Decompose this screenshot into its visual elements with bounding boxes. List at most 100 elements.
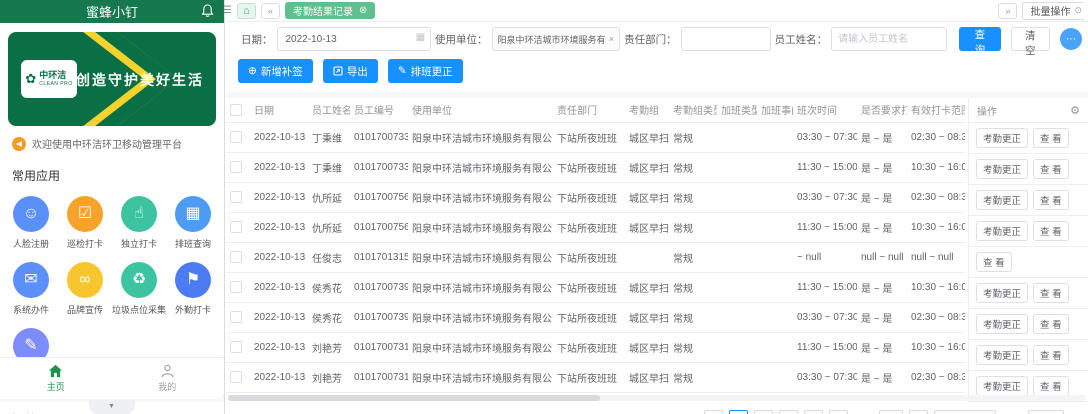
row-checkbox[interactable]: [230, 251, 242, 263]
cell-unit: 阳泉中环洁城市环境服务有限公司: [408, 332, 553, 362]
row-checkbox[interactable]: [230, 161, 242, 173]
next-page-button[interactable]: ›: [909, 410, 928, 414]
page-size-select[interactable]: 10 条/页 ∨: [934, 410, 996, 414]
cell-overtime-reason: [757, 332, 793, 362]
page-number[interactable]: 149: [879, 410, 904, 414]
batch-operations-button[interactable]: 批量操作 ⊙: [1022, 2, 1084, 20]
cell-date: 2022-10-13: [250, 272, 308, 302]
attendance-correct-button[interactable]: 考勤更正: [976, 159, 1028, 179]
cell-punch-range: 02:30 ~ 08:30: [907, 362, 965, 392]
row-checkbox-cell: [226, 152, 250, 182]
select-all-checkbox[interactable]: [230, 104, 242, 116]
app-shortcut[interactable]: ☝ 独立打卡: [112, 196, 166, 250]
view-button[interactable]: 查 看: [1033, 376, 1069, 396]
calendar-icon[interactable]: ▦: [416, 32, 425, 43]
employee-name-input[interactable]: [831, 27, 947, 51]
attendance-correct-button[interactable]: 考勤更正: [976, 221, 1028, 241]
prev-page-button[interactable]: ‹: [704, 410, 723, 414]
row-checkbox[interactable]: [230, 371, 242, 383]
home-icon: [48, 364, 63, 378]
cell-employee-name: 仇所延: [308, 182, 350, 212]
view-button[interactable]: 查 看: [1033, 345, 1069, 365]
cell-require-punch: 是 ~ 是: [857, 212, 907, 242]
cell-unit: 阳泉中环洁城市环境服务有限公司: [408, 302, 553, 332]
app-shortcut[interactable]: ▦ 排班查询: [166, 196, 220, 250]
cell-employee-no: 0101700731: [350, 332, 408, 362]
row-checkbox[interactable]: [230, 191, 242, 203]
page-number[interactable]: 4: [804, 410, 823, 414]
page-number[interactable]: 5: [829, 410, 848, 414]
collapse-pull-tab[interactable]: ▼: [89, 400, 135, 414]
attendance-correct-button[interactable]: 考勤更正: [976, 190, 1028, 210]
app-shortcut[interactable]: ∞ 品牌宣传: [58, 262, 112, 316]
page-number[interactable]: 3: [779, 410, 798, 414]
menu-icon[interactable]: ☰: [223, 5, 232, 16]
schedule-correct-button[interactable]: ✎ 排班更正: [388, 59, 463, 83]
tabbar-mine[interactable]: 我的: [112, 364, 224, 393]
welcome-notice: 欢迎使用中环洁环卫移动管理平台: [0, 126, 224, 157]
row-checkbox[interactable]: [230, 311, 242, 323]
cell-employee-name: 丁秉维: [308, 122, 350, 152]
page-number[interactable]: ···: [854, 410, 873, 414]
attendance-correct-button[interactable]: 考勤更正: [976, 128, 1028, 148]
view-button[interactable]: 查 看: [1033, 283, 1069, 303]
collapse-tabs-button[interactable]: «: [261, 3, 280, 19]
cell-date: 2022-10-13: [250, 302, 308, 332]
page-number[interactable]: 1: [729, 410, 748, 414]
app-shortcut[interactable]: ✉ 系统办件: [4, 262, 58, 316]
row-checkbox[interactable]: [230, 341, 242, 353]
expand-tabs-button[interactable]: »: [998, 3, 1017, 19]
dept-input[interactable]: [681, 27, 771, 51]
mobile-header: 蜜蜂小钉: [0, 0, 224, 23]
row-checkbox[interactable]: [230, 281, 242, 293]
app-shortcut[interactable]: ♻ 垃圾点位采集: [112, 262, 166, 316]
tabbar-home[interactable]: 主页: [0, 364, 112, 393]
table-row: 2022-10-13 丁秉维 0101700733 阳泉中环洁城市环境服务有限公…: [226, 122, 965, 152]
home-button[interactable]: ⌂: [237, 3, 256, 19]
cell-employee-no: 0101701315: [350, 242, 408, 272]
tab-close-icon[interactable]: ⊗: [359, 5, 367, 16]
attendance-correct-button[interactable]: 考勤更正: [976, 345, 1028, 365]
app-grid: ☺ 人脸注册 ☑ 巡检打卡 ☝ 独立打卡 ▦ 排班查询 ✉ 系统办件: [0, 190, 224, 382]
cell-shift-time: ~ null: [793, 242, 857, 272]
row-checkbox-cell: [226, 302, 250, 332]
app-label: 巡检打卡: [67, 237, 103, 250]
export-button[interactable]: 导出: [323, 59, 378, 83]
gear-icon[interactable]: ⚙: [1070, 104, 1080, 117]
cell-require-punch: 是 ~ 是: [857, 122, 907, 152]
view-button[interactable]: 查 看: [976, 252, 1012, 272]
notification-bell-icon[interactable]: [201, 4, 214, 21]
unit-select[interactable]: 阳泉中环洁城市环境服务有限公司 ×: [492, 27, 621, 51]
horizontal-scrollbar-thumb[interactable]: [228, 395, 600, 401]
table-row: 2022-10-13 仇所延 0101700756 阳泉中环洁城市环境服务有限公…: [226, 182, 965, 212]
date-input[interactable]: [277, 27, 432, 51]
date-label: 日期：: [241, 32, 273, 47]
row-checkbox[interactable]: [230, 221, 242, 233]
remove-tag-icon[interactable]: ×: [609, 34, 614, 44]
table-scroll-area[interactable]: 日期 员工姓名 员工编号 使用单位 责任部门 考勤组 考勤组类型: [226, 98, 968, 393]
cell-punch-range: 02:30 ~ 08:30: [907, 182, 965, 212]
view-button[interactable]: 查 看: [1033, 159, 1069, 179]
attendance-correct-button[interactable]: 考勤更正: [976, 376, 1028, 396]
cell-dept: 下站所夜班班: [553, 212, 625, 242]
search-button[interactable]: 查 询: [959, 27, 1000, 51]
app-shortcut[interactable]: ☑ 巡检打卡: [58, 196, 112, 250]
clear-button[interactable]: 清 空: [1011, 27, 1050, 51]
view-button[interactable]: 查 看: [1033, 221, 1069, 241]
jump-page-input[interactable]: [1028, 410, 1064, 414]
row-checkbox[interactable]: [230, 131, 242, 143]
add-supplement-button[interactable]: ⊕ 新增补签: [238, 59, 313, 83]
cell-employee-no: 0101700733: [350, 152, 408, 182]
attendance-correct-button[interactable]: 考勤更正: [976, 314, 1028, 334]
view-button[interactable]: 查 看: [1033, 190, 1069, 210]
tab-attendance-results[interactable]: 考勤结果记录 ⊗: [285, 2, 375, 19]
app-shortcut[interactable]: ☺ 人脸注册: [4, 196, 58, 250]
floating-more-button[interactable]: ⋯: [1060, 28, 1082, 50]
row-checkbox-cell: [226, 242, 250, 272]
view-button[interactable]: 查 看: [1033, 314, 1069, 334]
page-number[interactable]: 2: [754, 410, 773, 414]
app-shortcut[interactable]: ⚑ 外勤打卡: [166, 262, 220, 316]
profile-icon: [160, 364, 175, 378]
attendance-correct-button[interactable]: 考勤更正: [976, 283, 1028, 303]
view-button[interactable]: 查 看: [1033, 128, 1069, 148]
